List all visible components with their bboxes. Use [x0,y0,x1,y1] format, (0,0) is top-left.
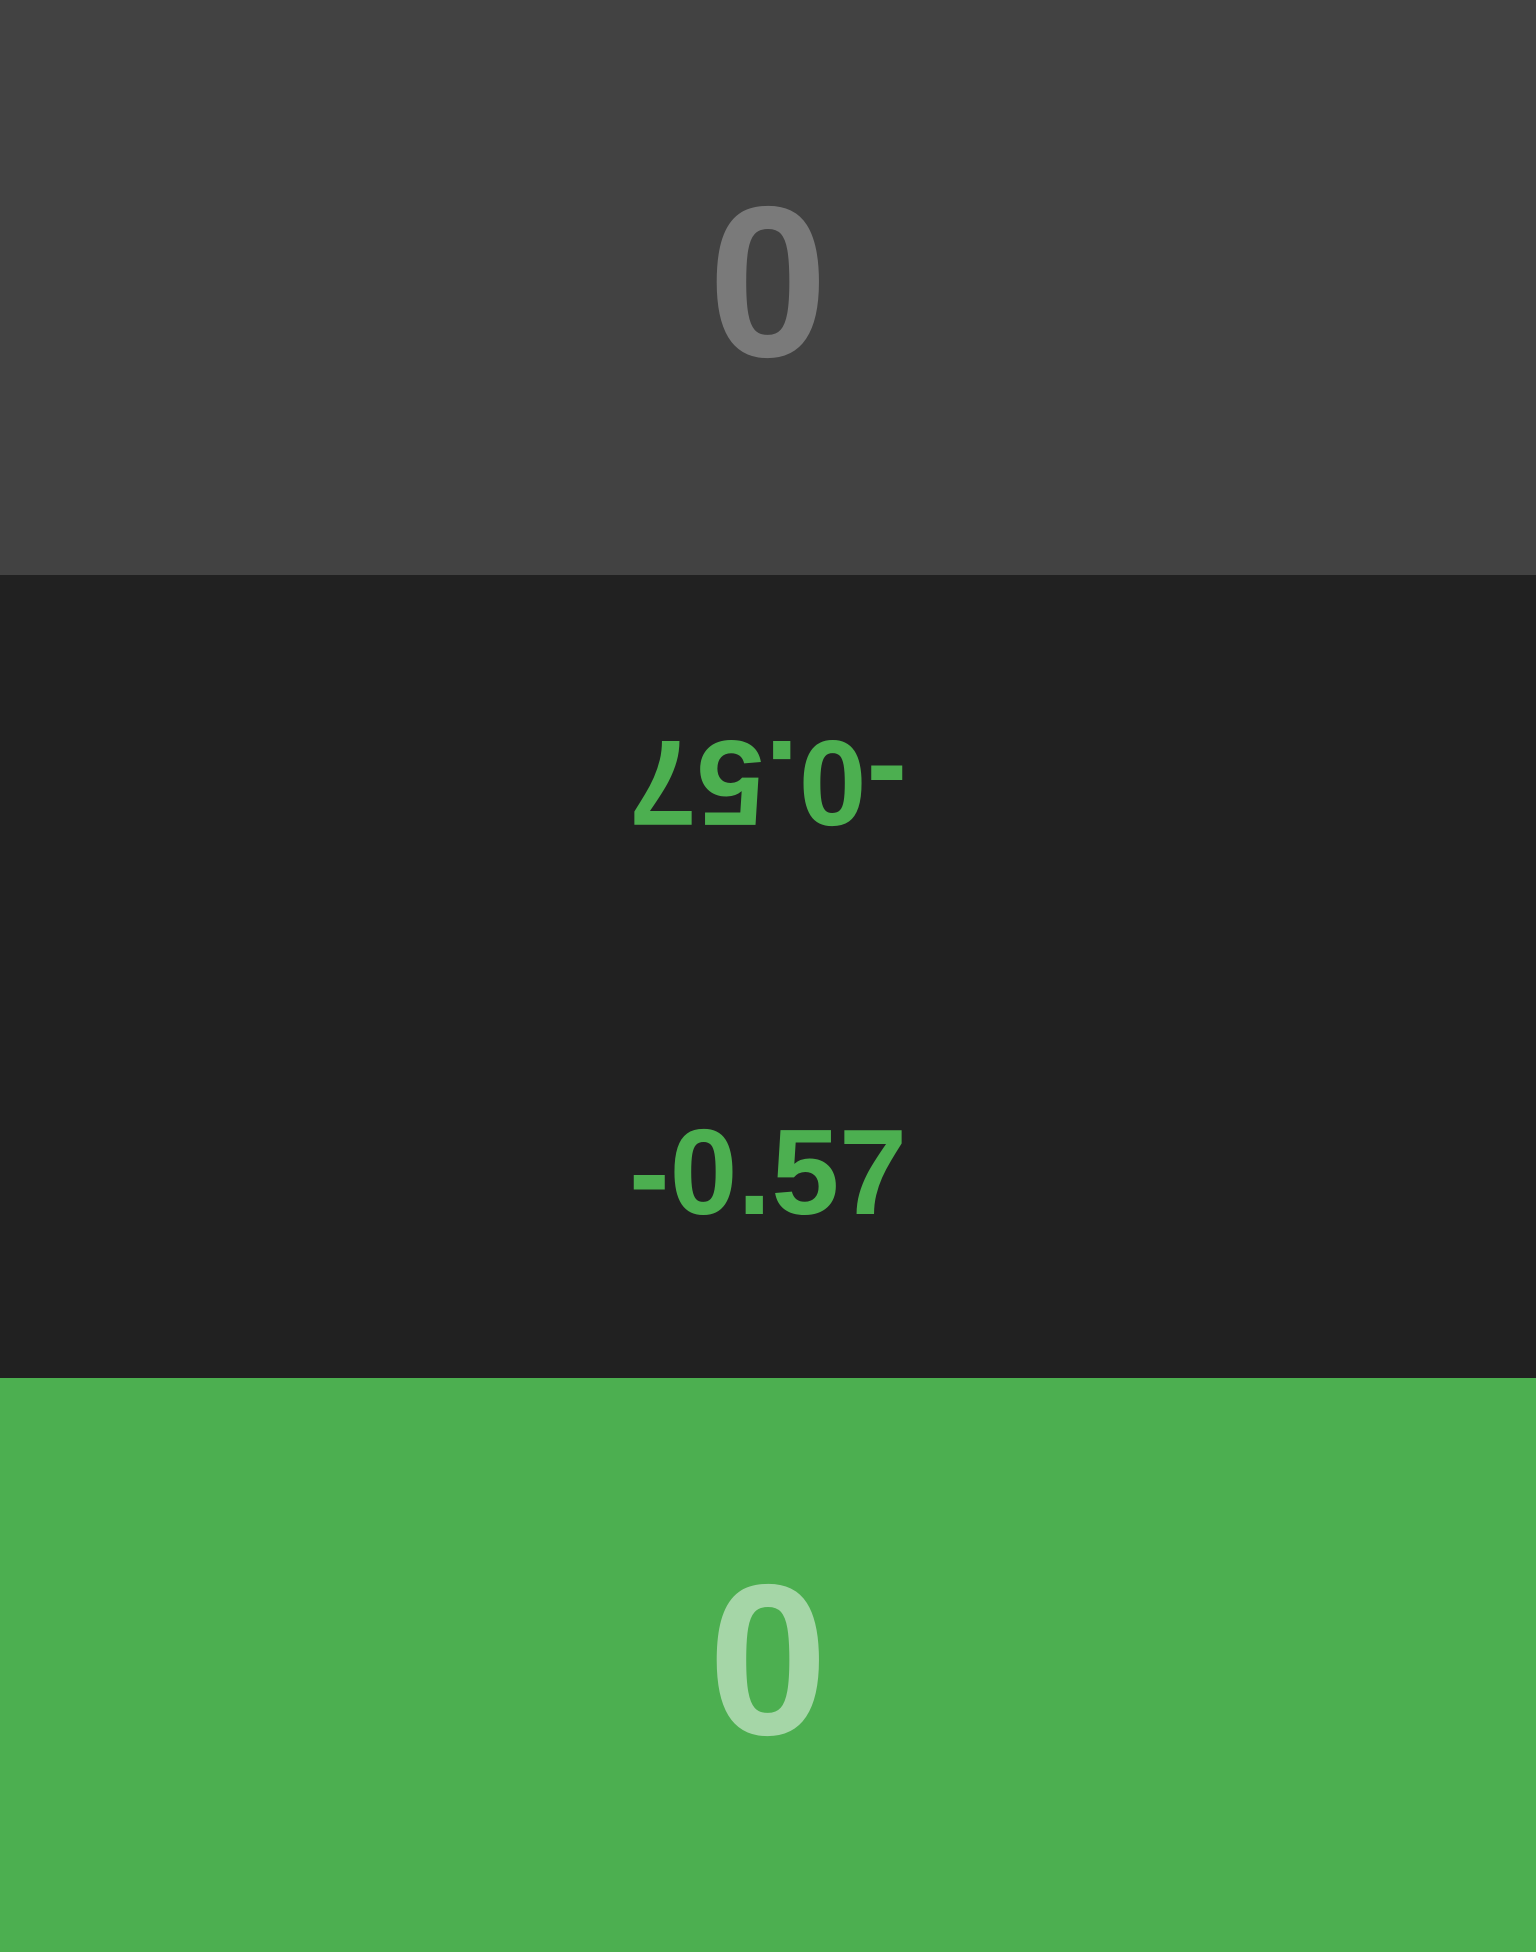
score-difference-upside-down: -0.57 [628,715,908,851]
top-player-panel[interactable]: 0 [0,0,1536,575]
bottom-player-panel[interactable]: 0 [0,1378,1536,1952]
bottom-player-score[interactable]: 0 [708,1552,828,1767]
score-difference: -0.57 [628,1104,908,1240]
scoreboard-app: 0 -0.57 -0.57 0 [0,0,1536,1952]
top-player-score[interactable]: 0 [708,174,828,389]
score-difference-panel: -0.57 -0.57 [0,575,1536,1378]
